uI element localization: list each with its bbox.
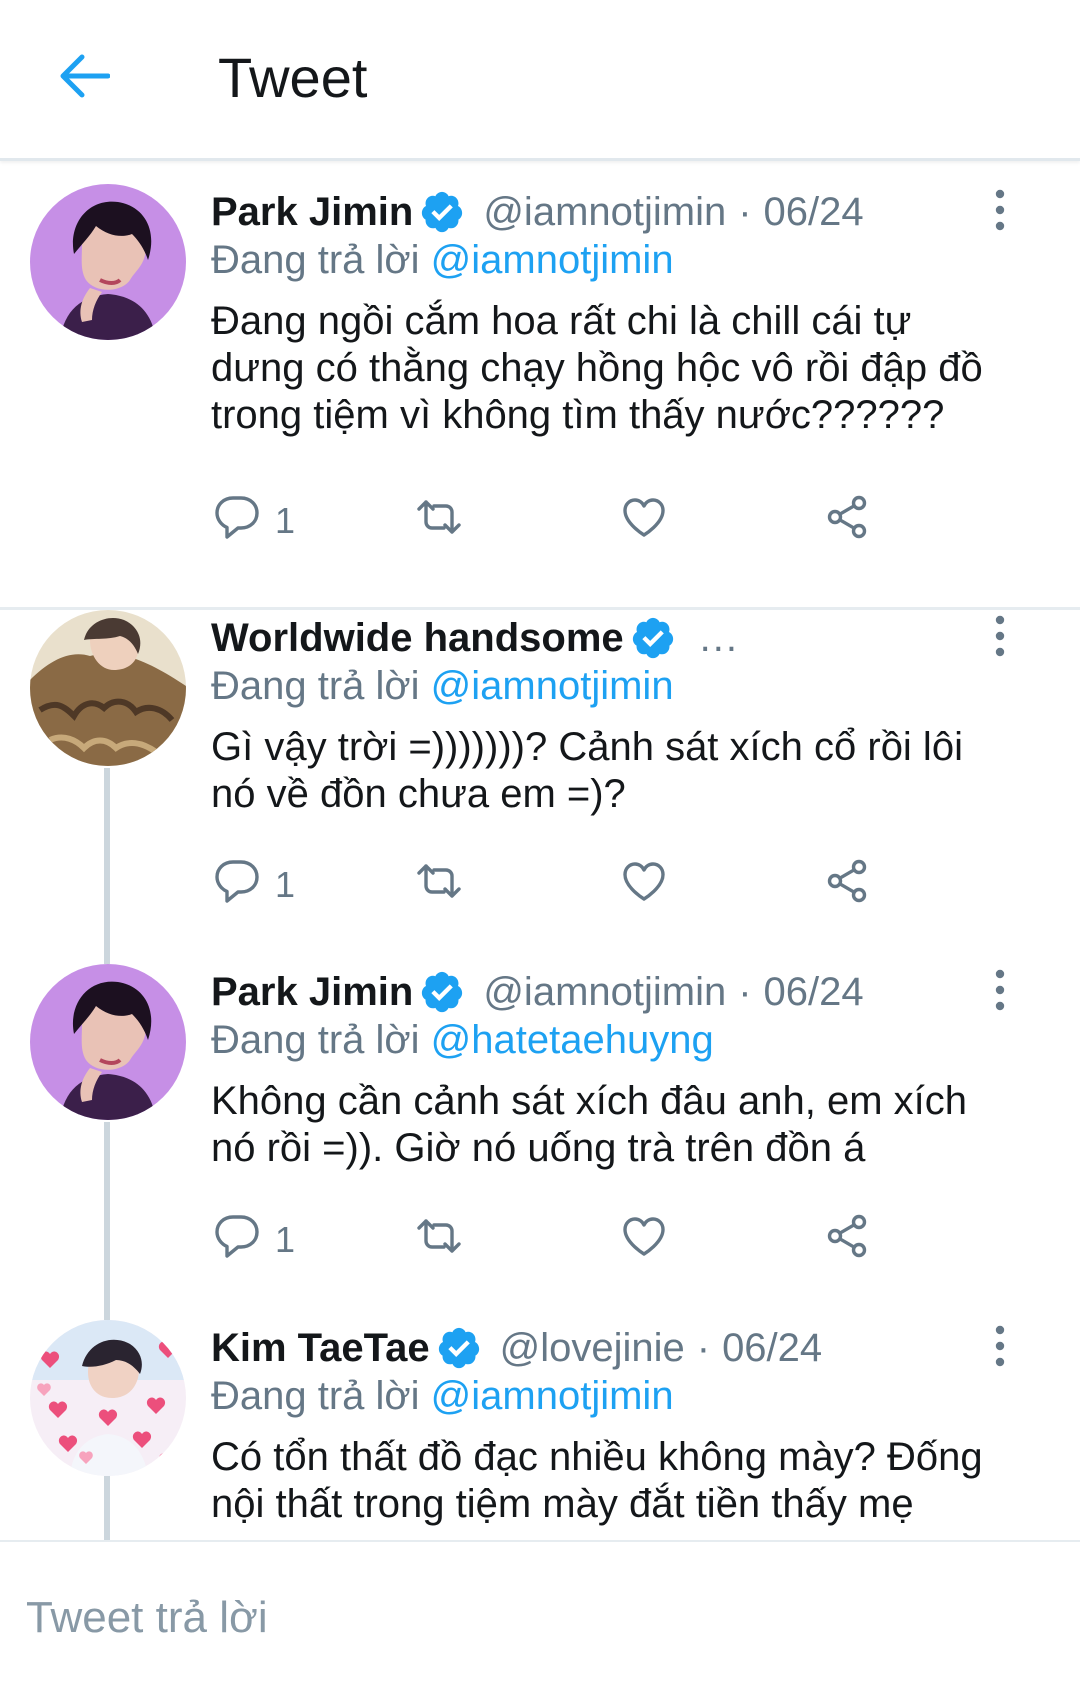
heart-icon [619, 493, 669, 550]
tweet-text: Không cần cảnh sát xích đâu anh, em xích… [211, 1079, 968, 1170]
page-title: Tweet [218, 46, 368, 109]
replying-label: Đang trả lời [211, 238, 420, 282]
share-icon [823, 857, 871, 914]
action-bar: 1 [211, 855, 911, 915]
share-button[interactable] [823, 1210, 871, 1270]
share-button[interactable] [823, 855, 871, 915]
tweet-text: Đang ngồi cắm hoa rất chi là chill cái t… [211, 299, 983, 437]
reply-icon [213, 1212, 261, 1269]
display-name[interactable]: Worldwide handsome [211, 616, 624, 661]
reply-button[interactable]: 1 [213, 855, 295, 915]
reply-input[interactable] [24, 1582, 1028, 1654]
timestamp: 06/24 [763, 969, 864, 1014]
user-handle[interactable]: @iamnotjimin [483, 970, 726, 1015]
verified-badge-icon [630, 615, 676, 661]
reply-count: 1 [275, 500, 296, 541]
verified-badge-icon [436, 1325, 482, 1371]
display-name[interactable]: Park Jimin [211, 970, 413, 1015]
reply-icon [213, 493, 261, 550]
verified-badge-icon [419, 969, 465, 1015]
tweet-text: Có tổn thất đồ đạc nhiều không mày? Đống… [211, 1435, 983, 1526]
more-options-icon[interactable] [978, 180, 1022, 240]
user-handle[interactable]: @lovejinie [500, 1326, 685, 1371]
replying-to: Đang trả lời @iamnotjimin [211, 232, 674, 288]
tweet-2[interactable]: Worldwide handsome ... Đang trả lời @iam… [0, 608, 1080, 958]
mention-link[interactable]: @hatetaehuyng [431, 1018, 714, 1062]
verified-badge-icon [419, 189, 465, 235]
display-name[interactable]: Park Jimin [211, 190, 413, 235]
user-handle[interactable]: @iamnotjimin [483, 190, 726, 235]
heart-icon [619, 1212, 669, 1269]
share-icon [823, 493, 871, 550]
retweet-button[interactable] [411, 855, 467, 915]
mention-link[interactable]: @iamnotjimin [431, 664, 674, 708]
reply-composer [0, 1540, 1080, 1685]
reply-button[interactable]: 1 [213, 491, 295, 551]
avatar[interactable] [30, 610, 186, 766]
replying-label: Đang trả lời [211, 1018, 420, 1062]
tweet-text: Gì vậy trời =)))))))? Cảnh sát xích cổ r… [211, 725, 963, 816]
replying-to: Đang trả lời @hatetaehuyng [211, 1012, 714, 1068]
retweet-button[interactable] [411, 491, 467, 551]
retweet-icon [411, 857, 467, 914]
timestamp: 06/24 [763, 189, 864, 234]
more-options-icon[interactable] [978, 606, 1022, 666]
top-app-bar: Tweet [0, 0, 1080, 161]
retweet-button[interactable] [411, 1210, 467, 1270]
retweet-icon [411, 493, 467, 550]
replying-label: Đang trả lời [211, 664, 420, 708]
reply-icon [213, 857, 261, 914]
mention-link[interactable]: @iamnotjimin [431, 1374, 674, 1418]
separator: · [738, 969, 752, 1014]
heart-icon [619, 857, 669, 914]
more-options-icon[interactable] [978, 960, 1022, 1020]
share-icon [823, 1212, 871, 1269]
tweet-1[interactable]: Park Jimin @iamnotjimin · 06/24 Đang trả… [0, 182, 1080, 607]
more-options-icon[interactable] [978, 1318, 1022, 1376]
separator: · [738, 189, 752, 234]
back-arrow-icon[interactable] [52, 44, 116, 108]
replying-to: Đang trả lời @iamnotjimin [211, 658, 674, 714]
truncated-handle: ... [699, 615, 739, 660]
like-button[interactable] [619, 1210, 669, 1270]
reply-count: 1 [275, 864, 296, 905]
timestamp: 06/24 [722, 1325, 823, 1370]
avatar[interactable] [30, 1320, 186, 1476]
replying-to: Đang trả lời @iamnotjimin [211, 1368, 674, 1424]
action-bar: 1 [211, 491, 911, 551]
retweet-icon [411, 1212, 467, 1269]
tweet-3[interactable]: Park Jimin @iamnotjimin · 06/24 Đang trả… [0, 962, 1080, 1312]
reply-button[interactable]: 1 [213, 1210, 295, 1270]
avatar[interactable] [30, 184, 186, 340]
tweet-4[interactable]: Kim TaeTae @lovejinie · 06/24 Đang trả l… [0, 1318, 1080, 1540]
like-button[interactable] [619, 491, 669, 551]
mention-link[interactable]: @iamnotjimin [431, 238, 674, 282]
separator: · [696, 1325, 711, 1370]
like-button[interactable] [619, 855, 669, 915]
display-name[interactable]: Kim TaeTae [211, 1326, 430, 1371]
share-button[interactable] [823, 491, 871, 551]
action-bar: 1 [211, 1210, 911, 1270]
avatar[interactable] [30, 964, 186, 1120]
replying-label: Đang trả lời [211, 1374, 420, 1418]
reply-count: 1 [275, 1219, 296, 1260]
